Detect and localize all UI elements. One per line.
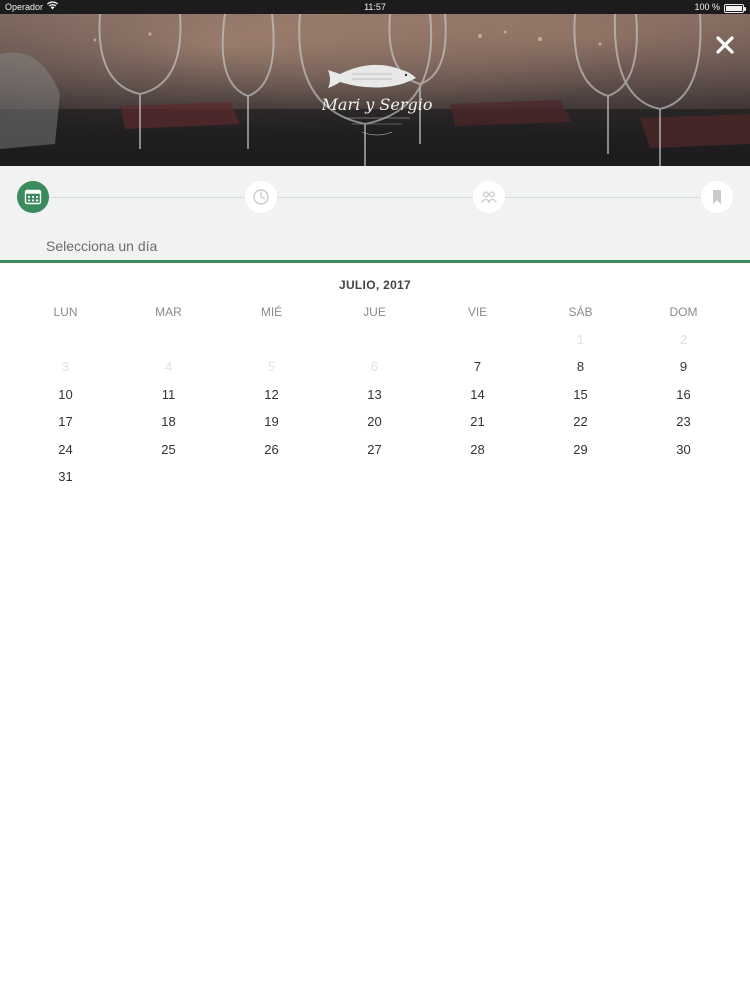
close-button[interactable] (712, 32, 738, 58)
day-cell[interactable]: 15 (529, 381, 632, 409)
week-row: 24 25 26 27 28 29 30 (14, 436, 735, 464)
day-cell[interactable]: 7 (426, 353, 529, 381)
step-date[interactable] (17, 181, 49, 213)
day-cell[interactable]: 14 (426, 381, 529, 409)
empty-day-cell (323, 463, 426, 491)
empty-day-cell (323, 326, 426, 354)
week-row: 17 18 19 20 21 22 23 (14, 408, 735, 436)
day-cell[interactable]: 25 (117, 436, 220, 464)
battery-label: 100 % (694, 2, 720, 12)
day-cell[interactable]: 20 (323, 408, 426, 436)
weekday-label: JUE (363, 304, 386, 319)
empty-day-cell (529, 463, 632, 491)
week-row: 3 4 5 6 789 (14, 353, 735, 381)
empty-day-cell (220, 326, 323, 354)
day-cell[interactable]: 27 (323, 436, 426, 464)
status-time: 11:57 (364, 2, 386, 12)
calendar-icon (24, 189, 42, 205)
step-time[interactable] (245, 181, 277, 213)
step-guests[interactable] (473, 181, 505, 213)
restaurant-logo: Mari y Sergio (322, 64, 432, 136)
day-cell[interactable]: 28 (426, 436, 529, 464)
day-cell[interactable]: 30 (632, 436, 735, 464)
weekday-label: VIE (467, 304, 488, 319)
day-cell: 4 (164, 359, 173, 375)
logo-text: Mari y Sergio (322, 95, 432, 114)
day-cell[interactable]: 29 (529, 436, 632, 464)
close-icon (716, 36, 734, 54)
step-confirm[interactable] (701, 181, 733, 213)
empty-day-cell (117, 326, 220, 354)
calendar-grid: LUN MAR MIÉ JUE VIE SÁB DOM 1 2 3 4 5 6 7 8 9 10 11 12 13 1… (14, 298, 735, 491)
day-cell[interactable]: 10 (14, 381, 117, 409)
stepper-line (34, 197, 716, 198)
weekday-label: MAR (155, 304, 182, 319)
stepper-progress-rule (0, 260, 750, 263)
day-cell[interactable]: 8 (529, 353, 632, 381)
step-instruction: Selecciona un día (46, 238, 158, 254)
weekday-label: DOM (669, 304, 698, 319)
header-photo: Mari y Sergio (0, 14, 750, 166)
day-cell: 3 (61, 359, 70, 375)
day-cell: 1 (576, 331, 585, 347)
month-title: JULIO, 2017 (338, 278, 411, 292)
people-icon (480, 191, 498, 203)
day-cell[interactable]: 17 (14, 408, 117, 436)
day-cell[interactable]: 21 (426, 408, 529, 436)
battery-icon (724, 3, 746, 13)
day-cell[interactable]: 18 (117, 408, 220, 436)
weekday-header-row: LUN MAR MIÉ JUE VIE SÁB DOM (14, 298, 735, 326)
day-cell[interactable]: 23 (632, 408, 735, 436)
day-cell[interactable]: 12 (220, 381, 323, 409)
booking-stepper: Selecciona un día (0, 166, 750, 260)
weekday-label: LUN (53, 304, 78, 319)
day-cell: 2 (679, 331, 688, 347)
status-right: 100 % (694, 0, 746, 14)
day-cell[interactable]: 22 (529, 408, 632, 436)
empty-day-cell (117, 463, 220, 491)
day-cell[interactable]: 9 (632, 353, 735, 381)
status-bar: Operador 11:57 100 % (0, 0, 750, 14)
day-cell: 5 (267, 359, 276, 375)
day-cell[interactable]: 13 (323, 381, 426, 409)
day-cell[interactable]: 16 (632, 381, 735, 409)
empty-day-cell (220, 463, 323, 491)
week-row: 12 (14, 326, 735, 354)
clock-icon (253, 189, 269, 205)
day-cell: 6 (370, 359, 379, 375)
weekday-label: MIÉ (260, 304, 283, 319)
week-row: 31 (14, 463, 735, 491)
day-cell[interactable]: 31 (14, 463, 117, 491)
empty-day-cell (14, 326, 117, 354)
day-cell[interactable]: 26 (220, 436, 323, 464)
battery-fill (726, 5, 742, 11)
weekday-label: SÁB (568, 304, 593, 319)
day-cell[interactable]: 24 (14, 436, 117, 464)
week-row: 10 11 12 13 14 15 16 (14, 381, 735, 409)
empty-day-cell (426, 326, 529, 354)
day-cell[interactable]: 19 (220, 408, 323, 436)
bookmark-icon (713, 190, 721, 204)
empty-day-cell (426, 463, 529, 491)
empty-day-cell (632, 463, 735, 491)
day-cell[interactable]: 11 (117, 381, 220, 409)
